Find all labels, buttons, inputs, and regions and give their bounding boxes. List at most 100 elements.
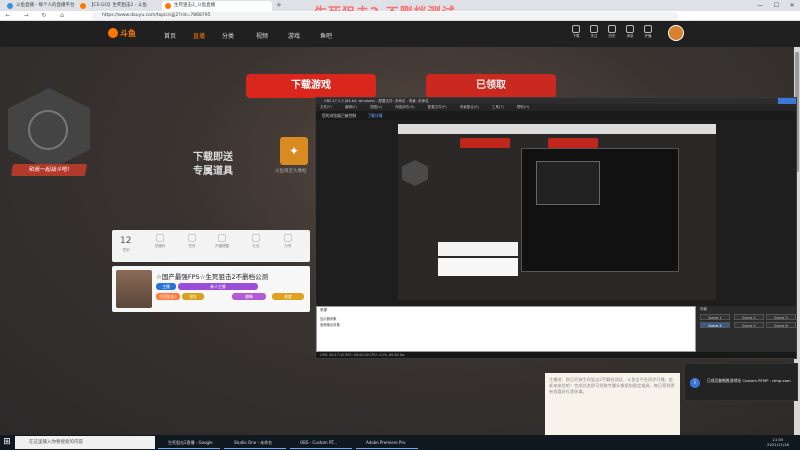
package-icon xyxy=(252,234,260,242)
back-icon[interactable]: ← xyxy=(4,12,12,20)
taskbar-clock[interactable]: 21:05 2021/11/16 xyxy=(758,437,798,447)
nav-fishbar[interactable]: 鱼吧 xyxy=(320,31,332,40)
nav-icon-label: 关注 xyxy=(590,34,598,38)
scene-button-selected[interactable]: Scene 4 xyxy=(700,322,730,328)
browser-tab-1[interactable]: 斗鱼直播 - 每个人的直播平台 xyxy=(4,1,76,11)
tool-label: 开播提醒 xyxy=(215,244,229,248)
nav-download[interactable]: 下载 xyxy=(570,25,582,39)
claimed-button[interactable]: 已领取 xyxy=(426,74,556,98)
taskbar-item-premiere[interactable]: Adobe Premiere Pro xyxy=(356,436,418,449)
nav-live[interactable]: 直播 xyxy=(193,31,205,40)
preview-streamer xyxy=(438,258,518,276)
scene-button[interactable]: Scene 2 xyxy=(734,314,764,320)
nav-category[interactable]: 分类 xyxy=(222,31,234,40)
address-bar[interactable]: https://www.douyu.com/topic/sjjj2?rid=78… xyxy=(92,12,678,20)
obs-menu-scenes[interactable]: 场景集合(S) xyxy=(456,105,479,109)
home-icon[interactable]: ⌂ xyxy=(58,12,66,20)
streamer-card[interactable]: ☆国产最强FPS☆生死狙击2不删档公测 主播 新人主播 生死狙击2 排名 巅峰 … xyxy=(112,266,310,312)
site-header: 斗鱼 首页 直播 分类 视频 游戏 鱼吧 下载 关注 历史 消息 开播 xyxy=(0,21,800,47)
nav-home[interactable]: 首页 xyxy=(164,31,176,40)
site-logo[interactable]: 斗鱼 xyxy=(120,28,136,39)
camera-icon xyxy=(644,25,652,33)
badge: 主播 xyxy=(156,283,176,290)
nav-video[interactable]: 视频 xyxy=(256,31,268,40)
new-tab-button[interactable]: + xyxy=(276,1,282,9)
wave-icon xyxy=(188,234,196,242)
message-icon xyxy=(626,25,634,33)
tab-favicon-icon xyxy=(7,3,13,9)
tool-label: 分享 xyxy=(284,244,292,248)
source-item[interactable]: 显示器采集 xyxy=(320,316,336,321)
browser-tab-3[interactable]: 生死狙击2_斗鱼直播 xyxy=(162,1,272,11)
browser-tab-2[interactable]: 【CS:GO】生死狙击2 - 斗鱼 xyxy=(77,1,161,11)
badge: 新人主播 xyxy=(178,283,258,290)
obs-bottom-dock: 来源 显示器采集 音频输出采集 场景 Scene 1 Scene 2 Scene… xyxy=(316,306,796,352)
close-icon[interactable]: ✕ xyxy=(790,2,795,9)
download-game-button[interactable]: 下载游戏 xyxy=(246,74,376,98)
badge: 热度 xyxy=(272,293,304,300)
obs-menu-tools[interactable]: 工具(T) xyxy=(488,105,504,109)
obs-sources-panel[interactable]: 来源 显示器采集 音频输出采集 xyxy=(316,306,696,352)
nav-history[interactable]: 历史 xyxy=(606,25,618,39)
source-item[interactable]: 音频输出采集 xyxy=(320,322,340,327)
nav-icon-label: 开播 xyxy=(644,34,652,38)
gift-caption: 斗鱼限定头像框 xyxy=(275,169,307,174)
tool-task[interactable]: 任务 xyxy=(182,234,202,249)
nested-preview-2 xyxy=(536,161,600,205)
tool-share[interactable]: 分享 xyxy=(278,234,298,249)
tool-welfare[interactable]: 领福利 xyxy=(150,234,170,249)
tool-package[interactable]: 礼包 xyxy=(246,234,266,249)
tool-checkin[interactable]: 签到 xyxy=(116,248,136,253)
scene-button[interactable]: Scene 1 xyxy=(700,314,730,320)
checkin-day-count: 12 xyxy=(120,236,132,246)
obs-menu-help[interactable]: 帮助(H) xyxy=(513,105,529,109)
nav-games[interactable]: 游戏 xyxy=(288,31,300,40)
promo-line-2: 专属道具 xyxy=(193,166,233,177)
tool-remind[interactable]: 开播提醒 xyxy=(212,234,232,249)
user-avatar[interactable] xyxy=(668,25,684,41)
forward-icon[interactable]: → xyxy=(22,12,30,20)
notice-link[interactable]: 了解详情 xyxy=(367,113,382,118)
preview-browser-bar xyxy=(398,124,716,134)
stream-title[interactable]: ☆国产最强FPS☆生死狙击2不删档公测 xyxy=(156,271,268,281)
preview-download-button xyxy=(460,138,510,148)
obs-notice-bar: 您的浏览器已被控制 了解详情 xyxy=(316,111,796,120)
badge: 排名 xyxy=(182,293,204,300)
taskbar-item-obs[interactable]: OBS - Custom RT... xyxy=(290,436,352,449)
maximize-icon[interactable]: ☐ xyxy=(774,2,779,9)
obs-menu-file[interactable]: 文件(F) xyxy=(316,105,332,109)
obs-menu-docks[interactable]: 停靠部件(D) xyxy=(391,105,414,109)
taskbar-search-input[interactable]: 在这里输入你要搜索的内容 xyxy=(15,436,155,449)
tools-panel: 12 签到 领福利 任务 开播提醒 礼包 分享 xyxy=(112,230,310,262)
streamer-avatar[interactable] xyxy=(116,270,152,308)
obs-menu-edit[interactable]: 编辑(E) xyxy=(341,105,357,109)
taskbar-item-browser[interactable]: 生死狙击2直播 - Google xyxy=(158,436,220,449)
clock-icon xyxy=(608,25,616,33)
sources-label: 来源 xyxy=(320,308,327,312)
tab-favicon-icon xyxy=(165,3,171,9)
nav-follow[interactable]: 关注 xyxy=(588,25,600,39)
clock-date: 2021/11/16 xyxy=(767,442,789,447)
minimize-icon[interactable]: — xyxy=(757,2,763,9)
nav-messages[interactable]: 消息 xyxy=(624,25,636,39)
notification-toast[interactable]: i 已成功复制推流地址 Custom RTMP - rtmp.com xyxy=(684,363,798,401)
taskbar-item-studio[interactable]: Studio One - 未命名 xyxy=(224,436,286,449)
info-icon: i xyxy=(690,378,700,388)
badge: 生死狙击2 xyxy=(156,293,180,300)
obs-menu-profile[interactable]: 配置文件(P) xyxy=(424,105,447,109)
nav-stream[interactable]: 开播 xyxy=(642,25,654,39)
reload-icon[interactable]: ↻ xyxy=(40,12,48,20)
gift-icon xyxy=(156,234,164,242)
scene-button[interactable]: Scene 5 xyxy=(734,322,764,328)
scene-button[interactable]: Scene 3 xyxy=(766,314,796,320)
toast-text: 已成功复制推流地址 Custom RTMP - rtmp.com xyxy=(707,378,791,383)
badge: 巅峰 xyxy=(232,293,266,300)
slogan-banner: 和我一起战斗吧! xyxy=(10,164,88,176)
scene-button[interactable]: Scene 6 xyxy=(766,322,796,328)
nav-icon-label: 消息 xyxy=(626,34,634,38)
tab-label: 生死狙击2_斗鱼直播 xyxy=(174,3,216,8)
download-icon xyxy=(572,25,580,33)
windows-start-icon[interactable]: ⊞ xyxy=(0,435,14,450)
obs-menu-view[interactable]: 视图(V) xyxy=(366,105,382,109)
crosshair-icon xyxy=(28,110,68,150)
